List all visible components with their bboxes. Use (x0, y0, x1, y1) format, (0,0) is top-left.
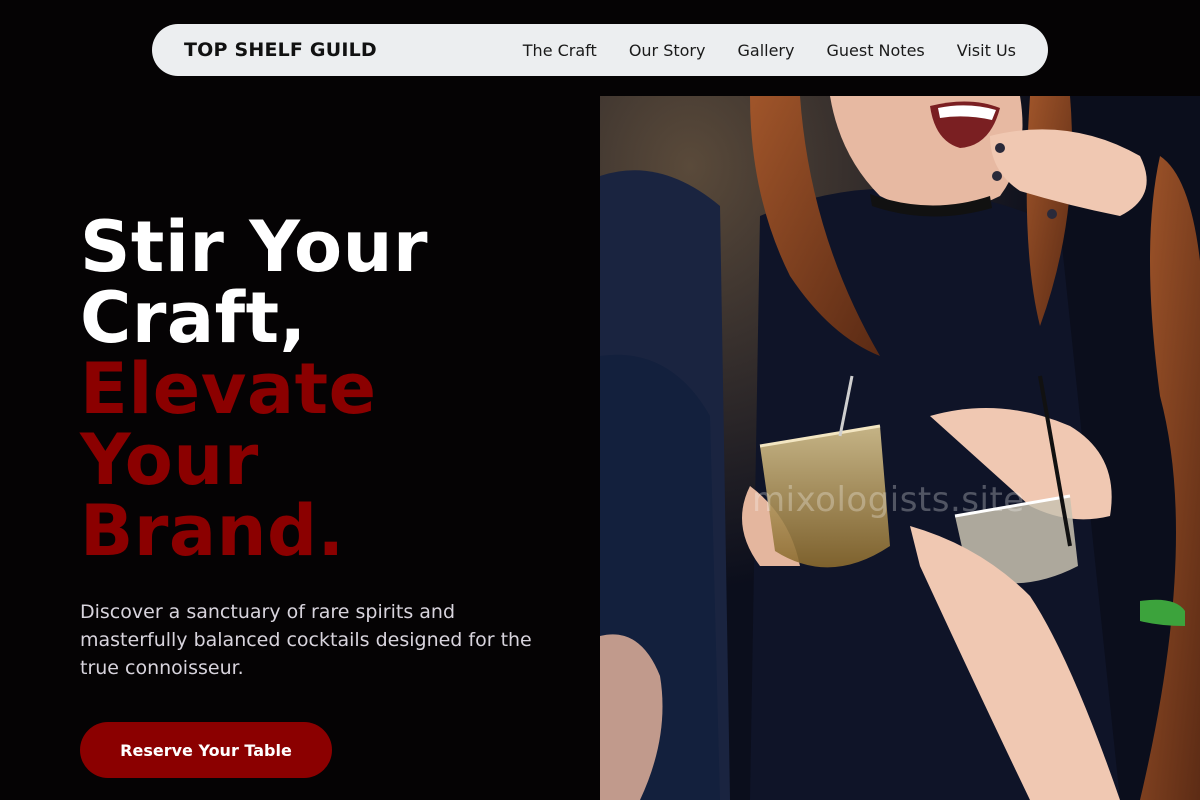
nav-link-the-craft[interactable]: The Craft (523, 41, 597, 60)
nav-links: The Craft Our Story Gallery Guest Notes … (523, 41, 1016, 60)
hero-subtitle: Discover a sanctuary of rare spirits and… (80, 601, 532, 679)
hero-title-line-2: Craft, (80, 277, 307, 359)
nav-link-visit-us[interactable]: Visit Us (957, 41, 1016, 60)
hero-photo-illustration (600, 96, 1200, 800)
hero-title-line-5: Brand. (80, 490, 345, 572)
reserve-table-button[interactable]: Reserve Your Table (80, 722, 332, 778)
nav-link-gallery[interactable]: Gallery (737, 41, 794, 60)
top-navigation: TOP SHELF GUILD The Craft Our Story Gall… (152, 24, 1048, 76)
hero-title-line-1: Stir Your (80, 206, 428, 288)
hero-title-line-3: Elevate (80, 348, 377, 430)
hero-title-line-4: Your (80, 419, 259, 501)
hero-photo: mixologists.site (600, 96, 1200, 800)
hero-title: Stir Your Craft, Elevate Your Brand. (80, 212, 580, 567)
brand-logo[interactable]: TOP SHELF GUILD (184, 39, 377, 61)
nav-link-guest-notes[interactable]: Guest Notes (826, 41, 924, 60)
nav-link-our-story[interactable]: Our Story (629, 41, 706, 60)
